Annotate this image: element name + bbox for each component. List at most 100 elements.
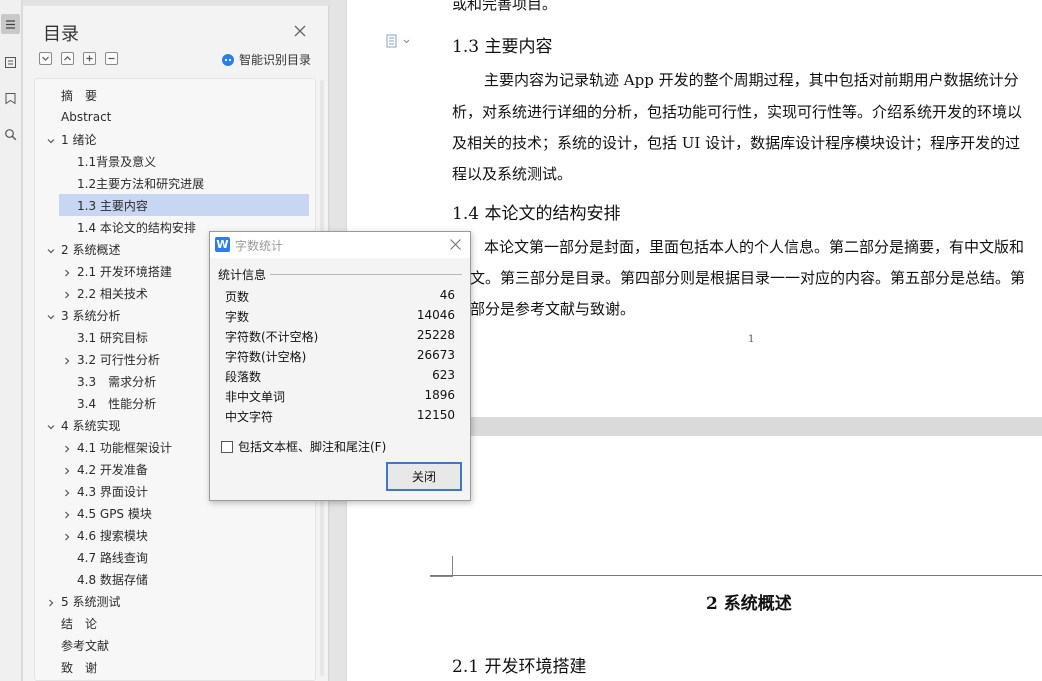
body-line: 析，对系统进行详细的分析，包括功能可行性，实现可行性等。介绍系统开发的环境以 — [452, 103, 1023, 121]
stat-label: 字数 — [225, 310, 250, 324]
chevron-down-icon[interactable] — [46, 422, 56, 432]
toc-item-acknowledgements[interactable]: 致 谢 — [61, 656, 97, 678]
body-line: 及相关的技术；系统的设计，包括 UI 设计，数据库设计程序模块设计；程序开发的过 — [452, 134, 1021, 152]
paragraph-mark-icon[interactable] — [385, 33, 413, 49]
dialog-titlebar[interactable]: W 字数统计 — [210, 232, 470, 258]
toc-item-4-3[interactable]: 4.3 界面设计 — [77, 480, 148, 502]
checkbox-label: 包括文本框、脚注和尾注(F) — [238, 440, 387, 454]
toc-item-ch4[interactable]: 4 系统实现 — [61, 414, 120, 436]
include-textboxes-checkbox[interactable]: 包括文本框、脚注和尾注(F) — [221, 438, 386, 455]
page-margin-corner — [452, 556, 453, 577]
stat-value: 623 — [432, 368, 455, 382]
stat-label: 字符数(不计空格) — [225, 330, 319, 344]
chevron-right-icon[interactable] — [62, 488, 72, 498]
toc-item-3-4[interactable]: 3.4 性能分析 — [77, 392, 156, 414]
toc-item-1-1[interactable]: 1.1背景及意义 — [77, 150, 156, 172]
close-button[interactable]: 关闭 — [386, 462, 462, 491]
toc-panel-title: 目录 — [43, 24, 79, 45]
section-heading-1-3: 1.3 主要内容 — [452, 37, 553, 57]
toc-item-2-1[interactable]: 2.1 开发环境搭建 — [77, 260, 172, 282]
toc-item-conclusion[interactable]: 结 论 — [61, 612, 97, 634]
chevron-right-icon[interactable] — [62, 466, 72, 476]
body-text-fragment: 或和完善项目。 — [452, 0, 558, 13]
stat-value: 1896 — [424, 388, 455, 402]
toc-panel-button[interactable] — [1, 14, 20, 34]
toc-item-4-2[interactable]: 4.2 开发准备 — [77, 458, 148, 480]
ai-smart-icon — [222, 53, 234, 66]
chapter-nav-button[interactable] — [1, 52, 20, 72]
group-divider — [270, 274, 462, 275]
smart-toc-button[interactable]: 智能识别目录 — [221, 51, 311, 68]
stat-row-paragraphs: 段落数 623 — [225, 366, 455, 386]
word-count-dialog: W 字数统计 统计信息 页数 46 字数 14046 字符数(不计空格) 252… — [209, 231, 471, 501]
toc-item-1-3-selected[interactable]: 1.3 主要内容 — [59, 194, 309, 216]
chevron-right-icon[interactable] — [62, 356, 72, 366]
stat-value: 46 — [439, 288, 455, 302]
chevron-right-icon[interactable] — [62, 444, 72, 454]
checkbox-box[interactable] — [221, 440, 233, 453]
chevron-right-icon[interactable] — [62, 532, 72, 542]
stat-label: 中文字符 — [225, 410, 274, 424]
dialog-title: 字数统计 — [235, 239, 284, 253]
toc-item-4-7[interactable]: 4.7 路线查询 — [77, 546, 148, 568]
body-line: 程以及系统测试。 — [452, 165, 573, 183]
close-icon[interactable] — [292, 23, 308, 39]
chevron-down-icon[interactable] — [46, 136, 56, 146]
chevron-down-icon[interactable] — [46, 312, 56, 322]
expand-all-button[interactable] — [39, 52, 52, 65]
stat-label: 页数 — [225, 290, 250, 304]
toc-item-ch3[interactable]: 3 系统分析 — [61, 304, 120, 326]
panel-top-strip — [23, 0, 329, 6]
chevron-right-icon[interactable] — [62, 290, 72, 300]
stat-row-pages: 页数 46 — [225, 286, 455, 306]
body-line: 部分是参考文献与致谢。 — [470, 300, 636, 318]
page-margin-corner — [430, 576, 452, 577]
stat-value: 14046 — [416, 308, 455, 322]
toc-item-2-2[interactable]: 2.2 相关技术 — [77, 282, 148, 304]
chapter-heading-2: 2 系统概述 — [706, 594, 792, 614]
toc-item-references[interactable]: 参考文献 — [61, 634, 109, 656]
outline-icon — [5, 56, 16, 68]
toc-item-ch1[interactable]: 1 绪论 — [61, 128, 96, 150]
chevron-right-icon[interactable] — [62, 268, 72, 278]
stat-value: 26673 — [416, 348, 455, 362]
toc-item-3-3[interactable]: 3.3 需求分析 — [77, 370, 156, 392]
toc-item-abstract-cn[interactable]: 摘 要 — [61, 84, 97, 106]
stat-row-chars-no-spaces: 字符数(不计空格) 25228 — [225, 326, 455, 346]
chevron-right-icon[interactable] — [62, 510, 72, 520]
stat-row-chars-with-spaces: 字符数(计空格) 26673 — [225, 346, 455, 366]
toc-item-3-2[interactable]: 3.2 可行性分析 — [77, 348, 160, 370]
toc-item-ch2[interactable]: 2 系统概述 — [61, 238, 120, 260]
chevron-down-icon[interactable] — [46, 246, 56, 256]
chevron-up-icon — [64, 56, 71, 61]
toc-item-4-8[interactable]: 4.8 数据存储 — [77, 568, 148, 590]
collapse-all-button[interactable] — [61, 52, 74, 65]
toc-item-ch5[interactable]: 5 系统测试 — [61, 590, 120, 612]
section-heading-1-4: 1.4 本论文的结构安排 — [452, 204, 621, 224]
section-heading-2-1: 2.1 开发环境搭建 — [452, 657, 587, 677]
stat-row-chinese-chars: 中文字符 12150 — [225, 406, 455, 426]
toc-item-3-1[interactable]: 3.1 研究目标 — [77, 326, 148, 348]
chevron-down-icon — [42, 56, 49, 61]
minus-icon — [108, 57, 115, 60]
toc-item-4-1[interactable]: 4.1 功能框架设计 — [77, 436, 172, 458]
plus-icon — [86, 55, 93, 62]
smart-toc-label: 智能识别目录 — [239, 53, 312, 67]
toc-item-4-5[interactable]: 4.5 GPS 模块 — [77, 502, 152, 524]
stat-label: 段落数 — [225, 370, 262, 384]
promote-level-button[interactable] — [83, 52, 96, 65]
stat-value: 12150 — [416, 408, 455, 422]
toc-item-1-4[interactable]: 1.4 本论文的结构安排 — [77, 216, 196, 238]
list-icon — [6, 19, 15, 29]
page-number: 1 — [748, 334, 755, 345]
toc-item-4-6[interactable]: 4.6 搜索模块 — [77, 524, 148, 546]
search-icon — [5, 128, 17, 140]
toc-item-1-2[interactable]: 1.2主要方法和研究进展 — [77, 172, 204, 194]
toc-item-abstract-en[interactable]: Abstract — [61, 106, 111, 128]
demote-level-button[interactable] — [105, 52, 118, 65]
chevron-right-icon[interactable] — [46, 598, 56, 608]
header-rule — [430, 575, 1042, 576]
bookmark-button[interactable] — [1, 88, 20, 108]
close-icon[interactable] — [449, 238, 462, 251]
find-button[interactable] — [1, 124, 20, 144]
